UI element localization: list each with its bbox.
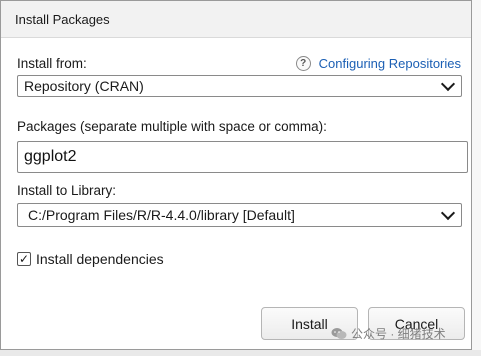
install-to-library-label: Install to Library: [17,183,117,198]
watermark-text: 公众号 · 细猪技术 [351,327,446,341]
library-select[interactable]: C:/Program Files/R/R-4.4.0/library [Defa… [17,203,462,227]
background-app-bottom [0,350,481,356]
wechat-icon [331,328,347,339]
watermark: 公众号 · 细猪技术 [331,325,446,342]
install-from-label: Install from: [17,56,87,71]
configuring-repositories-help[interactable]: ? Configuring Repositories [295,56,461,71]
dialog-title: Install Packages [15,11,110,27]
screen: Install Packages Install from: ? Configu… [0,0,481,356]
checkmark-icon: ✓ [18,252,30,266]
configuring-repositories-link[interactable]: Configuring Repositories [319,56,461,71]
chevron-down-icon [440,205,456,220]
chevron-down-icon [440,76,456,91]
packages-input[interactable] [17,141,468,173]
dialog-titlebar[interactable]: Install Packages [1,1,471,38]
install-dependencies-checkbox[interactable]: ✓ [17,252,31,266]
question-mark-icon[interactable]: ? [295,56,311,71]
install-from-selected-value: Repository (CRAN) [24,78,144,94]
install-from-select[interactable]: Repository (CRAN) [17,75,462,97]
install-dependencies-row[interactable]: ✓ Install dependencies [17,251,164,267]
library-selected-value: C:/Program Files/R/R-4.4.0/library [Defa… [28,207,295,223]
packages-label: Packages (separate multiple with space o… [17,119,327,134]
install-packages-dialog: Install Packages Install from: ? Configu… [0,0,472,350]
install-dependencies-label[interactable]: Install dependencies [36,251,164,267]
